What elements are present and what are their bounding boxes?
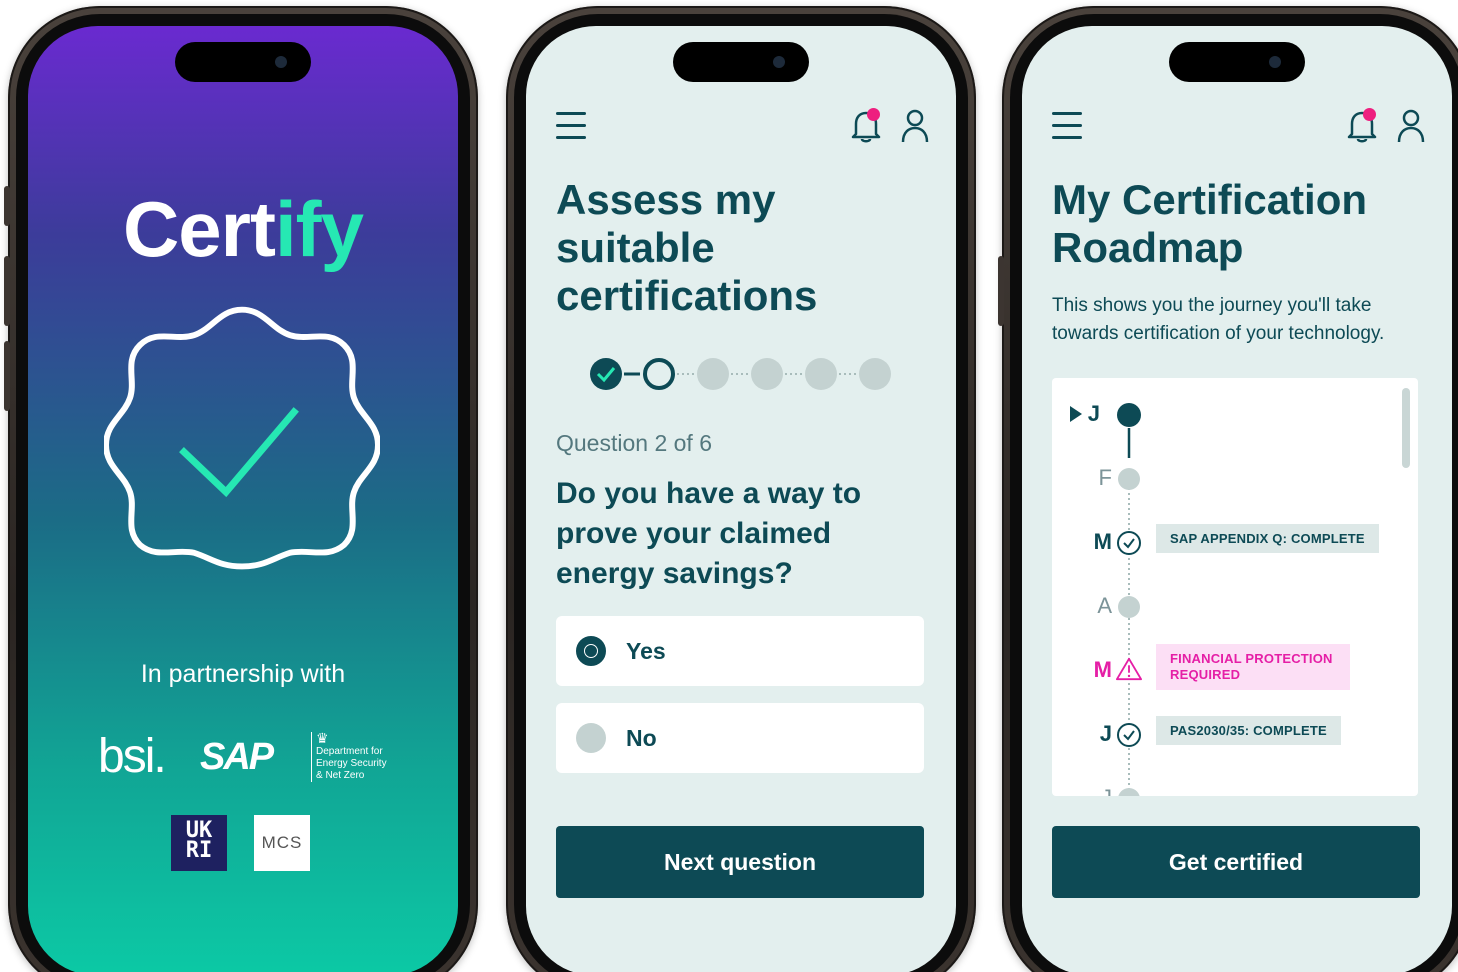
alert-badge: FINANCIAL PROTECTION REQUIRED <box>1156 644 1350 690</box>
ukri-logo: UK RI <box>171 815 227 871</box>
bell-icon[interactable] <box>1346 108 1378 144</box>
crown-crest-icon: ♛ <box>316 730 329 746</box>
progress-stepper <box>590 358 891 390</box>
timeline-row: A <box>1052 586 1418 626</box>
timeline-row: M SAP APPENDIX Q: COMPLETE <box>1052 522 1418 562</box>
phone-roadmap: My Certification Roadmap This shows you … <box>998 6 1458 972</box>
timeline-row: M FINANCIAL PROTECTION REQUIRED <box>1052 644 1418 690</box>
scrollbar[interactable] <box>1402 388 1410 468</box>
step-6 <box>859 358 891 390</box>
notification-dot <box>1363 108 1376 121</box>
future-dot <box>1118 788 1140 796</box>
timeline-row: J <box>1052 778 1418 796</box>
step-2-current <box>643 358 675 390</box>
page-title: My Certification Roadmap <box>1052 176 1368 271</box>
intro-text: This shows you the journey you'll take t… <box>1052 295 1385 344</box>
status-badge: SAP APPENDIX Q: COMPLETE <box>1156 524 1379 553</box>
timeline-row: J <box>1052 394 1418 434</box>
step-5 <box>805 358 837 390</box>
future-dot <box>1118 596 1140 618</box>
mcs-logo: MCS <box>254 815 310 871</box>
phone-assessment: Assess my suitable certifications Questi… <box>506 6 976 972</box>
user-icon[interactable] <box>1396 108 1426 144</box>
badge-check-icon <box>104 306 380 570</box>
option-yes[interactable]: Yes <box>556 616 924 686</box>
question-text: Do you have a way to prove your claimed … <box>556 477 862 590</box>
check-circle-icon <box>1117 723 1141 747</box>
radio-selected[interactable] <box>576 636 606 666</box>
step-1-complete <box>590 358 622 390</box>
radio-unselected[interactable] <box>576 723 606 753</box>
warning-icon <box>1116 657 1142 681</box>
page-title: Assess my suitable certifications <box>556 176 818 319</box>
sap-logo: SAP <box>200 736 274 778</box>
bsi-logo: bsi. <box>98 730 167 783</box>
roadmap-timeline[interactable]: J F M SAP APPENDIX Q: COMPLETE A M FINAN… <box>1052 378 1418 796</box>
menu-icon[interactable] <box>556 112 586 140</box>
user-icon[interactable] <box>900 108 930 144</box>
app-showcase: Certify In partnership with bsi. SAP ♛ D… <box>0 0 1458 972</box>
step-3 <box>697 358 729 390</box>
timeline-row: F <box>1052 458 1418 498</box>
bell-icon[interactable] <box>850 108 882 144</box>
check-circle-icon <box>1117 531 1141 555</box>
dynamic-island <box>175 42 311 82</box>
phone-splash: Certify In partnership with bsi. SAP ♛ D… <box>4 6 478 972</box>
partnership-label: In partnership with <box>140 660 346 688</box>
certify-logo: Certify <box>122 185 364 273</box>
notification-dot <box>867 108 880 121</box>
current-dot <box>1117 403 1141 427</box>
question-counter: Question 2 of 6 <box>556 430 712 456</box>
roadmap-screen: My Certification Roadmap This shows you … <box>1022 26 1452 972</box>
step-4 <box>751 358 783 390</box>
get-certified-button[interactable]: Get certified <box>1052 826 1420 898</box>
status-badge: PAS2030/35: COMPLETE <box>1156 716 1341 745</box>
next-question-button[interactable]: Next question <box>556 826 924 898</box>
desnz-logo: ♛ Department for Energy Security & Net Z… <box>311 730 401 782</box>
assessment-screen: Assess my suitable certifications Questi… <box>526 26 956 972</box>
splash-screen: Certify In partnership with bsi. SAP ♛ D… <box>28 26 458 972</box>
dynamic-island <box>673 42 809 82</box>
menu-icon[interactable] <box>1052 112 1082 140</box>
timeline-row: J PAS2030/35: COMPLETE <box>1052 714 1418 754</box>
future-dot <box>1118 468 1140 490</box>
option-no[interactable]: No <box>556 703 924 773</box>
dynamic-island <box>1169 42 1305 82</box>
